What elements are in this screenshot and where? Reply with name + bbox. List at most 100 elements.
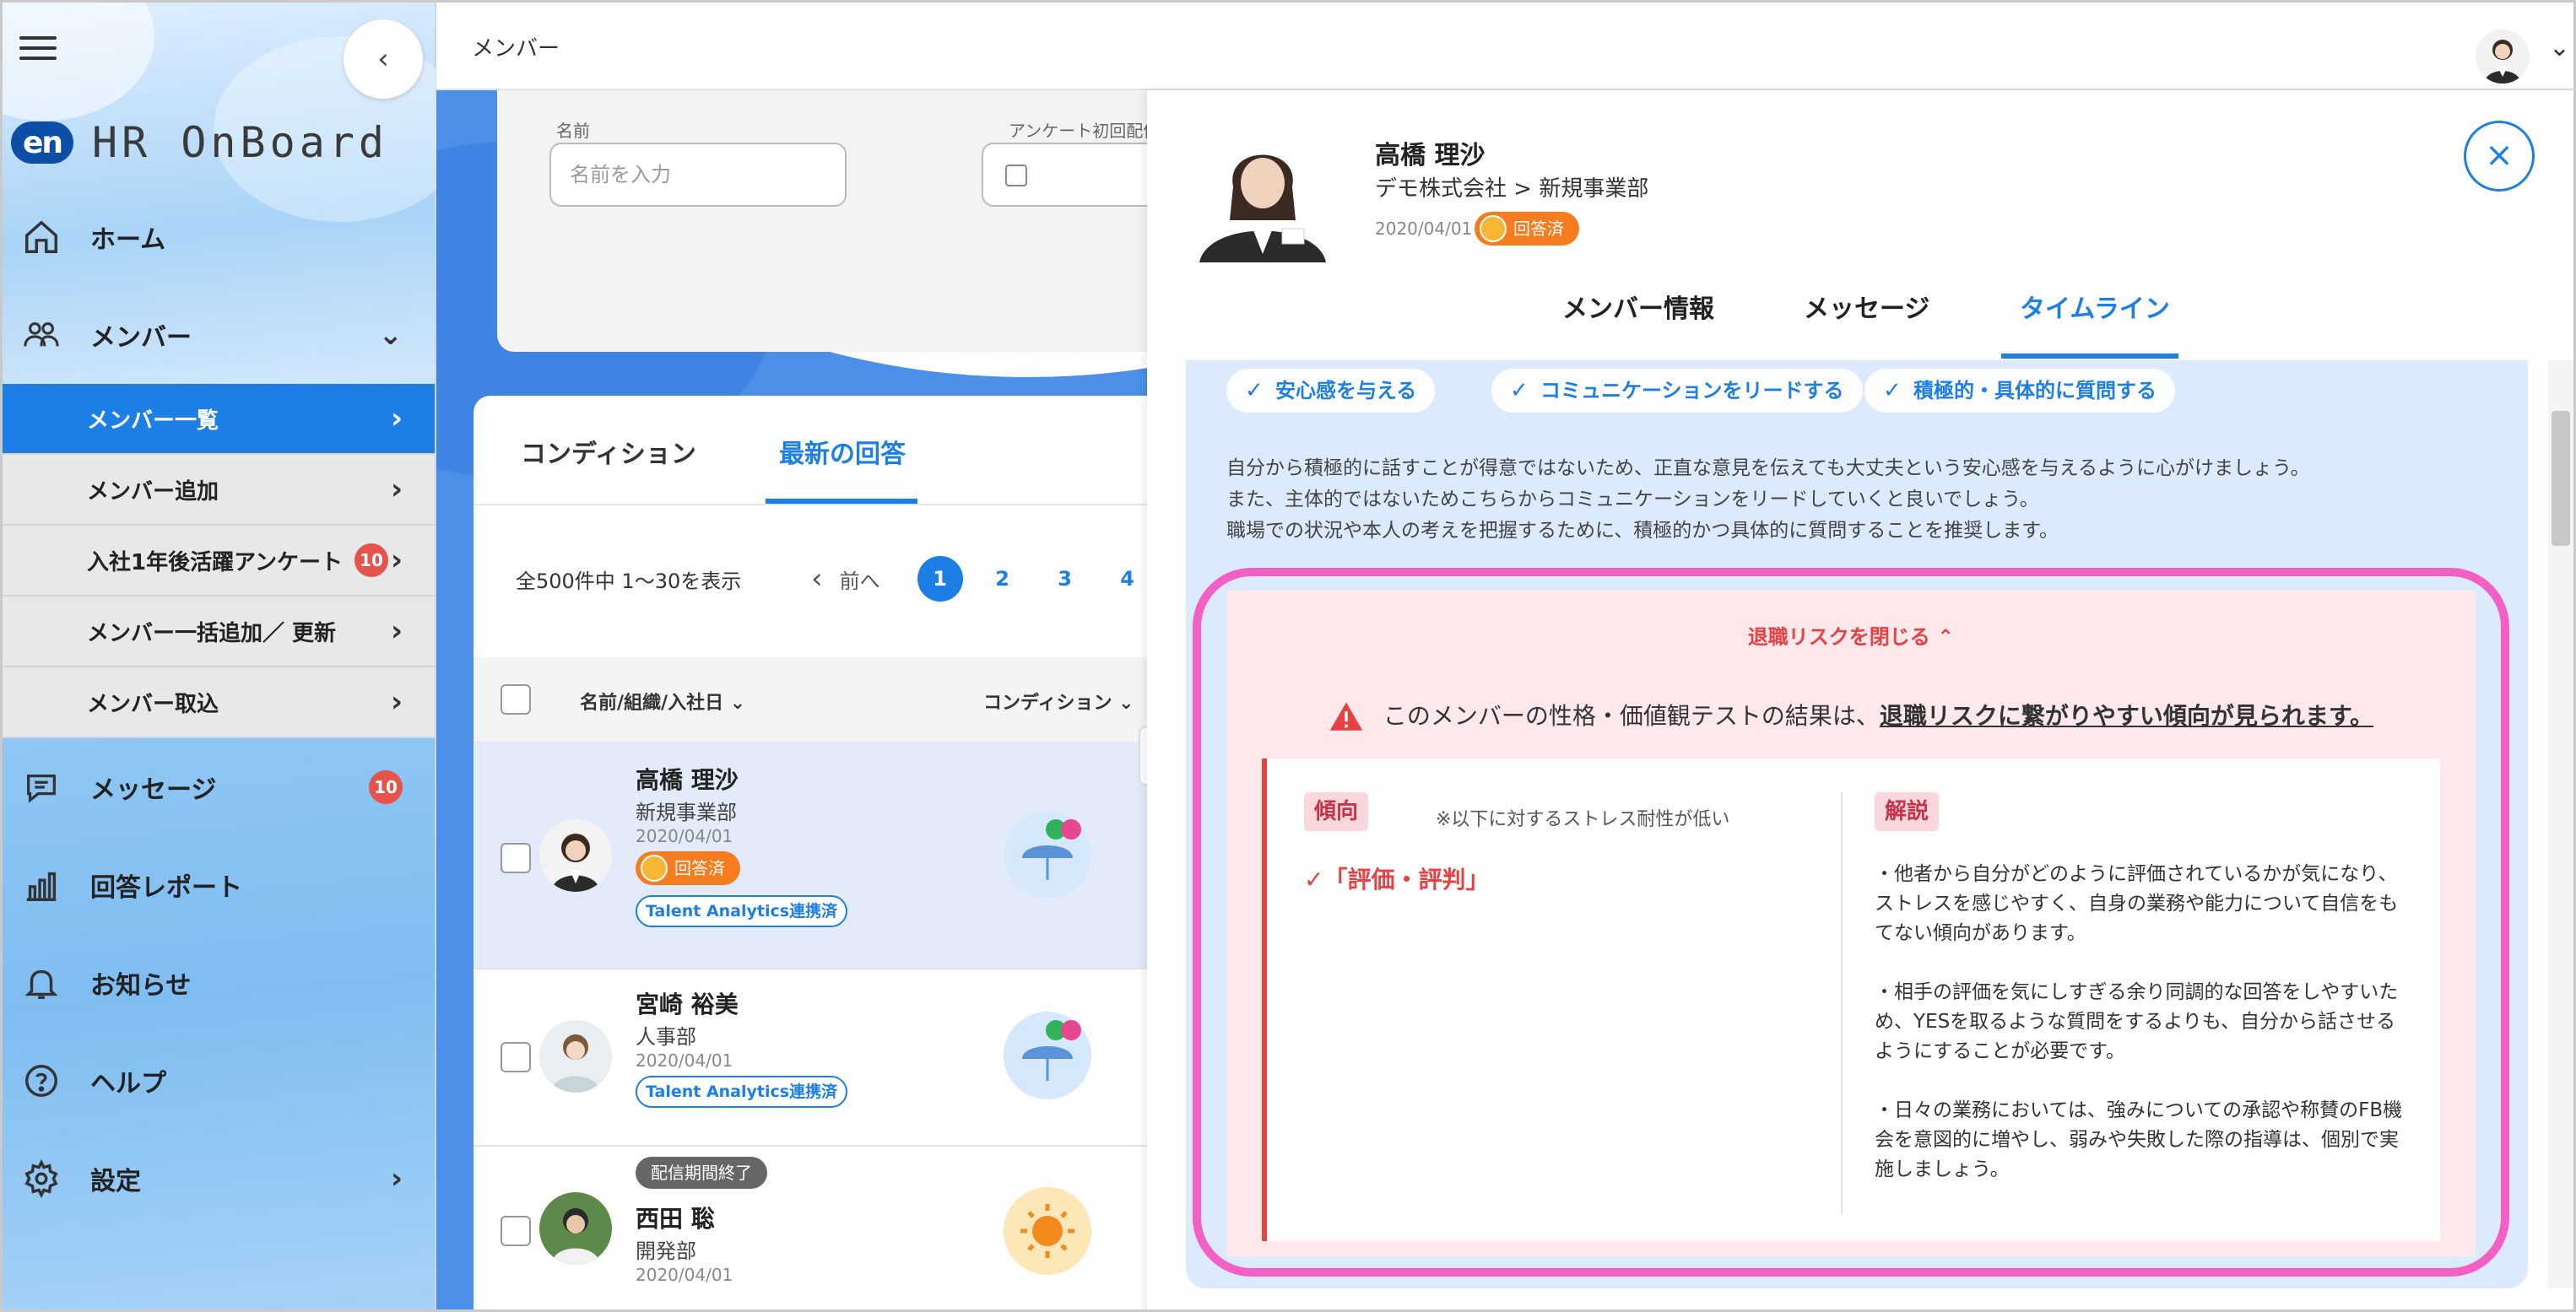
close-risk-toggle[interactable]: 退職リスクを閉じる ⌃	[1226, 620, 2476, 650]
row-checkbox[interactable]	[501, 843, 531, 873]
talent-analytics-badge: Talent Analytics連携済	[636, 895, 848, 927]
tab-latest-answers[interactable]: 最新の回答	[779, 433, 906, 470]
page-3[interactable]: 3	[1042, 556, 1088, 602]
tab-condition[interactable]: コンディション	[521, 433, 696, 470]
sidebar-subitem-survey[interactable]: 入社1年後活躍アンケート 10 ›	[3, 526, 435, 597]
column-header-condition[interactable]: コンディション ⌄	[983, 688, 1134, 715]
warning-icon	[1329, 702, 1363, 731]
chevron-right-icon: ›	[390, 685, 403, 719]
tab-member-info[interactable]: メンバー情報	[1562, 288, 1714, 325]
sidebar-subitem-import[interactable]: メンバー取込 ›	[3, 667, 435, 738]
list-tabs: コンディション 最新の回答	[474, 396, 1233, 505]
chevron-up-icon: ⌃	[1937, 625, 1955, 649]
member-photo	[1191, 127, 1334, 262]
table-row[interactable]: 宮崎 裕美 人事部 2020/04/01 Talent Analytics連携済	[474, 969, 1233, 1147]
delivery-ended-badge: 配信期間終了	[636, 1157, 767, 1189]
member-dept: 開発部	[636, 1239, 696, 1263]
sidebar-item-notice[interactable]: お知らせ	[3, 934, 435, 1032]
sidebar-item-label: メッセージ	[90, 775, 217, 805]
check-icon: ✓	[1883, 378, 1902, 403]
tab-messages[interactable]: メッセージ	[1804, 288, 1929, 325]
menu-icon[interactable]	[19, 36, 57, 62]
tendency-note: ※以下に対するストレス耐性が低い	[1436, 809, 1730, 830]
sidebar-subitem-member-list[interactable]: メンバー一覧 ›	[3, 384, 435, 455]
row-checkbox[interactable]	[501, 1216, 531, 1246]
page-title: メンバー	[472, 36, 560, 62]
sidebar-item-label: メンバー	[90, 323, 192, 353]
risk-detail-card: 傾向 ※以下に対するストレス耐性が低い ✓「評価・評判」 解説 ・他者から自分が…	[1262, 759, 2440, 1241]
sidebar-subitem-label: メンバー取込	[87, 691, 219, 717]
sidebar-item-home[interactable]: ホーム	[3, 188, 435, 286]
chevron-right-icon: ›	[390, 543, 403, 577]
tab-timeline[interactable]: タイムライン	[2020, 288, 2170, 325]
sidebar-item-members[interactable]: メンバー ⌄	[3, 286, 435, 384]
sidebar-subitem-label: 入社1年後活躍アンケート	[87, 549, 344, 575]
member-name: 高橋 理沙	[1375, 141, 1486, 170]
table-row[interactable]: 配信期間終了 西田 聡 開発部 2020/04/01	[474, 1147, 1233, 1309]
column-header-name[interactable]: 名前/組織/入社日 ⌄	[580, 688, 745, 715]
user-avatar[interactable]	[2476, 30, 2530, 84]
chevron-right-icon: ›	[390, 472, 403, 506]
table-row[interactable]: 高橋 理沙 新規事業部 2020/04/01 回答済 Talent Analyt…	[474, 742, 1233, 969]
chevron-right-icon: ›	[390, 402, 403, 435]
filter-panel: 名前 名前を入力 アンケート初回配信	[497, 90, 1201, 352]
sidebar-item-help[interactable]: ヘルプ	[3, 1032, 435, 1130]
scrollbar[interactable]	[2548, 360, 2573, 1288]
sidebar-subitem-bulk-add[interactable]: メンバー一括追加／ 更新 ›	[3, 597, 435, 667]
close-panel-button[interactable]: ×	[2464, 121, 2535, 192]
member-join-date: 2020/04/01	[1375, 219, 1473, 239]
sidebar-item-settings[interactable]: 設定 ›	[3, 1130, 435, 1228]
select-all-checkbox[interactable]	[501, 684, 531, 715]
risk-warning-emphasis: 退職リスクに繋がりやすい傾向が見られます。	[1879, 702, 2374, 730]
avatar	[539, 1192, 612, 1265]
sort-icon: ⌄	[729, 693, 746, 714]
member-dept: 新規事業部	[636, 801, 737, 824]
chevron-right-icon: ›	[390, 614, 403, 648]
sunny-condition-icon	[1004, 1187, 1091, 1275]
page-1[interactable]: 1	[917, 556, 963, 602]
explanation-paragraph: ・日々の業務においては、強みについての承認や称賛のFB機会を意図的に増やし、弱み…	[1875, 1099, 2403, 1180]
prev-page-link[interactable]: 前へ	[840, 564, 880, 594]
page-2[interactable]: 2	[980, 556, 1026, 602]
medal-icon	[641, 855, 668, 882]
pagination: ‹ 前へ 1 2 3 4	[811, 556, 1150, 602]
sidebar: ‹ en HR OnBoard ホーム メンバー ⌄ メンバー一覧 › メンバー…	[3, 3, 467, 1309]
sidebar-subitem-label: メンバー追加	[87, 478, 219, 505]
page-4[interactable]: 4	[1105, 556, 1150, 602]
chevron-left-icon[interactable]: ‹	[811, 562, 823, 596]
member-name[interactable]: 西田 聡	[636, 1201, 715, 1234]
calendar-icon	[1005, 165, 1027, 186]
member-name[interactable]: 宮崎 裕美	[636, 986, 739, 1020]
sidebar-item-messages[interactable]: メッセージ 10	[3, 738, 435, 836]
advice-chip: ✓ 安心感を与える	[1226, 369, 1436, 413]
name-search-input[interactable]: 名前を入力	[549, 143, 847, 207]
row-checkbox[interactable]	[501, 1042, 531, 1072]
active-tab-indicator	[2001, 354, 2178, 359]
check-icon: ✓	[1510, 378, 1529, 403]
tendency-key: ✓「評価・評判」	[1304, 866, 1490, 894]
avatar	[539, 819, 612, 892]
bell-icon	[21, 963, 62, 1003]
check-icon: ✓	[1304, 866, 1324, 894]
sidebar-item-label: ホーム	[90, 225, 166, 255]
member-name[interactable]: 高橋 理沙	[636, 762, 739, 796]
notification-badge: 10	[354, 543, 389, 577]
member-join-date: 2020/04/01	[636, 1265, 733, 1285]
talent-analytics-badge: Talent Analytics連携済	[636, 1076, 848, 1108]
chat-icon	[21, 767, 62, 807]
chevron-down-icon[interactable]: ⌄	[2549, 33, 2570, 62]
notification-badge: 10	[369, 770, 403, 804]
collapse-sidebar-button[interactable]: ‹	[344, 19, 423, 99]
retention-risk-section: 退職リスクを閉じる ⌃ このメンバーの性格・価値観テストの結果は、退職リスクに繋…	[1193, 568, 2509, 1277]
date-field-label: アンケート初回配信	[1009, 121, 1161, 141]
sidebar-subitem-add-member[interactable]: メンバー追加 ›	[3, 455, 435, 526]
sidebar-item-report[interactable]: 回答レポート	[3, 836, 435, 934]
active-tab-indicator	[766, 499, 917, 504]
app-window: ‹ en HR OnBoard ホーム メンバー ⌄ メンバー一覧 › メンバー…	[0, 0, 2576, 1312]
scrollbar-thumb[interactable]	[2552, 411, 2570, 546]
top-bar: メンバー ⌄	[436, 3, 2573, 90]
advice-line: 自分から積極的に話すことが得意ではないため、正直な意見を伝えても大丈夫という安心…	[1226, 457, 2310, 479]
chevron-right-icon: ›	[390, 1162, 403, 1196]
answered-badge: 回答済	[636, 851, 740, 885]
advice-line: 職場での状況や本人の考えを把握するために、積極的かつ具体的に質問することを推奨し…	[1226, 520, 2059, 542]
